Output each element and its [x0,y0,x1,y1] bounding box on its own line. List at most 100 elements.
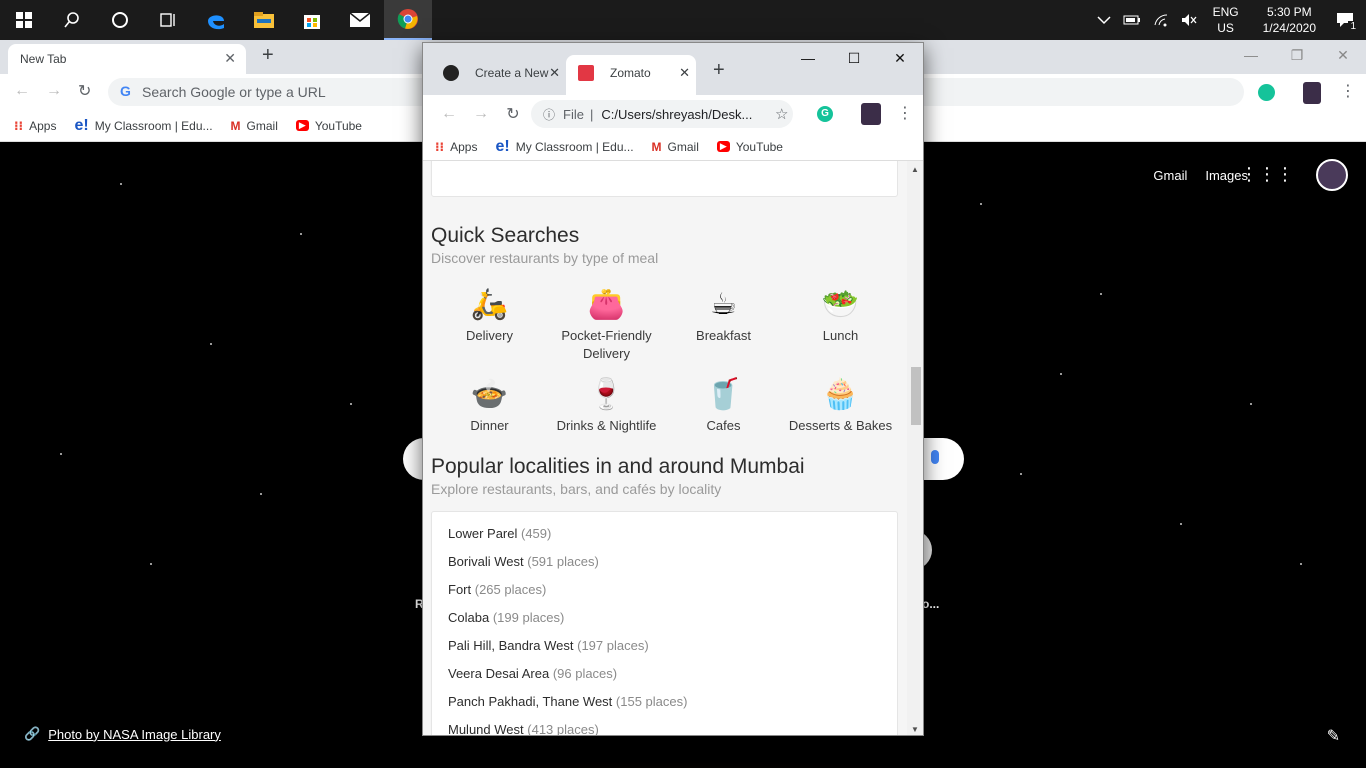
vertical-scrollbar[interactable]: ▲ ▼ [907,161,923,735]
list-item[interactable]: Fort (265 places) [448,578,881,606]
bookmark-my-classroom[interactable]: e! My Classroom | Edu... [74,117,212,135]
task-view-icon[interactable] [144,0,192,40]
back-icon[interactable]: ← [433,105,465,123]
new-tab-button[interactable]: + [713,59,725,82]
cortana-icon[interactable] [96,0,144,40]
profile-avatar[interactable] [861,103,881,125]
popular-localities-subtitle: Explore restaurants, bars, and cafés by … [431,481,722,497]
close-icon[interactable]: ✕ [679,65,690,81]
store-icon[interactable] [288,0,336,40]
wifi-icon[interactable] [1153,13,1169,27]
bookmark-apps[interactable]: ⁝⁝ Apps [435,140,477,154]
quick-search-delivery[interactable]: 🛵 Delivery [431,285,548,367]
edge-icon[interactable] [192,0,240,40]
scrollbar-thumb[interactable] [911,367,921,425]
quick-search-pocket-friendly[interactable]: 👛 Pocket-Friendly Delivery [548,285,665,367]
quick-searches-subtitle: Discover restaurants by type of meal [431,250,659,266]
bookmark-youtube[interactable]: ▶ YouTube [295,119,362,133]
quick-searches-title: Quick Searches [431,224,580,247]
bookmark-gmail[interactable]: M Gmail [231,119,278,133]
tab-create-a-new[interactable]: Create a New ✕ [431,55,566,95]
quick-search-desserts-bakes[interactable]: 🧁 Desserts & Bakes [782,375,899,457]
scroll-down-icon[interactable]: ▼ [911,725,919,734]
battery-icon[interactable] [1123,14,1141,26]
reload-icon[interactable]: ↻ [497,104,529,124]
mail-icon[interactable] [336,0,384,40]
zomato-browser-window: Create a New ✕ Zomato ✕ + — ☐ ✕ ← → ↻ ⓘ … [422,42,924,736]
maximize-icon[interactable]: ☐ [831,43,877,73]
list-item[interactable]: Lower Parel (459) [448,522,881,550]
list-item[interactable]: Borivali West (591 places) [448,550,881,578]
chrome-icon[interactable] [384,0,432,40]
tab-strip: Create a New ✕ Zomato ✕ + — ☐ ✕ [423,43,923,95]
minimize-icon[interactable]: — [1228,40,1274,70]
page-content: Quick Searches Discover restaurants by t… [423,161,923,735]
close-icon[interactable]: ✕ [877,43,923,73]
close-icon[interactable]: ✕ [224,50,236,67]
grammarly-icon[interactable] [1258,84,1275,101]
file-explorer-icon[interactable] [240,0,288,40]
list-item[interactable]: Panch Pakhadi, Thane West (155 places) [448,690,881,718]
quick-search-drinks-nightlife[interactable]: 🍷 Drinks & Nightlife [548,375,665,457]
list-item[interactable]: Pali Hill, Bandra West (197 places) [448,634,881,662]
menu-icon[interactable]: ⋮ [897,103,913,123]
close-icon[interactable]: ✕ [1320,40,1366,70]
chevron-up-icon[interactable] [1097,15,1111,25]
bookmark-apps[interactable]: ⁝⁝ Apps [14,119,56,133]
cupcake-icon: 🧁 [821,378,860,411]
omnibox[interactable]: ⓘ File | C:/Users/shreyash/Desk... [531,100,793,128]
photo-credit-link[interactable]: Photo by NASA Image Library [48,727,221,742]
google-apps-icon[interactable]: ⋮⋮⋮ [1240,164,1294,185]
gmail-icon: M [230,118,241,133]
bookmark-gmail[interactable]: M Gmail [652,140,699,154]
notification-count: 1 [1348,21,1358,32]
list-item[interactable]: Mulund West (413 places) [448,718,881,735]
dinner-icon: 🍲 [470,378,509,411]
zomato-icon [578,65,594,81]
forward-icon[interactable]: → [465,105,497,123]
bookmark-youtube[interactable]: ▶ YouTube [716,140,783,154]
window-controls: — ☐ ✕ [785,43,923,73]
input-language[interactable]: ENG US [1213,4,1239,36]
localities-list: Lower Parel (459) Borivali West (591 pla… [431,511,898,735]
reload-icon[interactable]: ↻ [78,81,91,101]
back-icon[interactable]: ← [14,82,30,100]
volume-muted-icon[interactable] [1181,13,1197,27]
scroll-up-icon[interactable]: ▲ [911,165,919,174]
google-account-avatar[interactable] [1316,159,1348,191]
lunch-icon: 🥗 [821,288,860,321]
toolbar: ← → ↻ ⓘ File | C:/Users/shreyash/Desk...… [423,95,923,133]
list-item[interactable]: Veera Desai Area (96 places) [448,662,881,690]
forward-icon[interactable]: → [46,82,62,100]
youtube-icon: ▶ [295,120,309,131]
quick-search-breakfast[interactable]: ☕ Breakfast [665,285,782,367]
gmail-link[interactable]: Gmail [1153,168,1187,183]
photo-credit: 🔗 Photo by NASA Image Library [24,726,221,742]
tab-new-tab[interactable]: New Tab ✕ [8,44,246,74]
bookmark-my-classroom[interactable]: e! My Classroom | Edu... [495,138,633,156]
info-icon[interactable]: ⓘ [543,106,555,123]
action-center-icon[interactable]: 1 [1336,12,1358,32]
breakfast-icon: ☕ [710,288,737,321]
tab-zomato[interactable]: Zomato ✕ [566,55,696,95]
microphone-icon[interactable] [931,450,939,464]
search-icon[interactable] [48,0,96,40]
new-tab-button[interactable]: + [262,44,274,67]
minimize-icon[interactable]: — [785,43,831,73]
quick-search-lunch[interactable]: 🥗 Lunch [782,285,899,367]
close-icon[interactable]: ✕ [549,65,560,81]
maximize-icon[interactable]: ❐ [1274,40,1320,70]
menu-icon[interactable]: ⋮ [1340,81,1356,101]
previous-card [431,161,898,197]
quick-search-dinner[interactable]: 🍲 Dinner [431,375,548,457]
quick-search-cafes[interactable]: 🥤 Cafes [665,375,782,457]
bookmark-star-icon[interactable]: ☆ [775,105,788,123]
bookmarks-bar: ⁝⁝ Apps e! My Classroom | Edu... M Gmail ▶ Y… [423,133,923,161]
quick-searches-grid: 🛵 Delivery 👛 Pocket-Friendly Delivery ☕ … [431,285,898,457]
clock[interactable]: 5:30 PM 1/24/2020 [1263,4,1316,36]
customize-pencil-icon[interactable]: ✎ [1327,726,1340,746]
grammarly-icon[interactable]: G [817,106,833,122]
windows-start-icon[interactable] [0,0,48,40]
profile-avatar[interactable] [1303,82,1321,104]
list-item[interactable]: Colaba (199 places) [448,606,881,634]
